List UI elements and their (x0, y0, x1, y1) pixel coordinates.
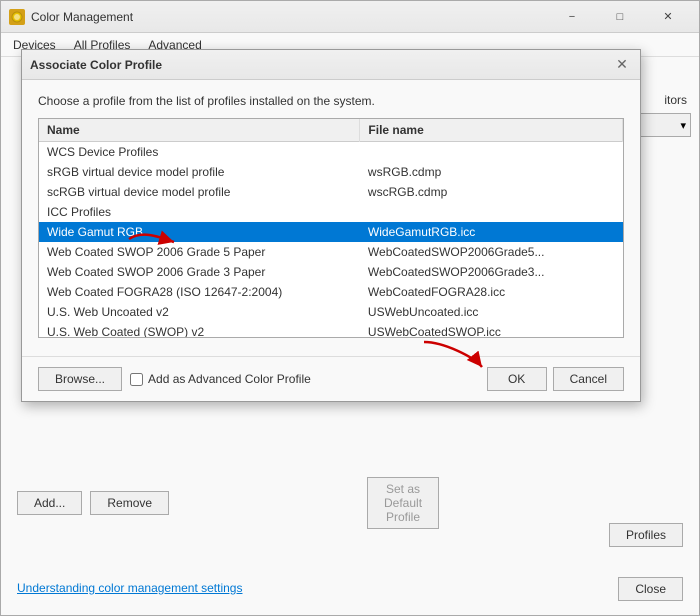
profiles-button[interactable]: Profiles (609, 523, 683, 547)
col-filename: File name (360, 119, 623, 142)
row-name: Wide Gamut RGB (39, 222, 360, 242)
advanced-checkbox[interactable] (130, 373, 143, 386)
row-name: Web Coated SWOP 2006 Grade 5 Paper (39, 242, 360, 262)
browse-button[interactable]: Browse... (38, 367, 122, 391)
table-row[interactable]: Web Coated SWOP 2006 Grade 5 PaperWebCoa… (39, 242, 623, 262)
main-titlebar: Color Management − □ ✕ (1, 1, 699, 33)
close-btn-area: Close (618, 577, 683, 601)
row-filename (360, 142, 623, 163)
row-filename: WebCoatedFOGRA28.icc (360, 282, 623, 302)
table-row[interactable]: U.S. Web Coated (SWOP) v2USWebCoatedSWOP… (39, 322, 623, 338)
maximize-button[interactable]: □ (597, 2, 643, 32)
profile-list-container[interactable]: Name File name WCS Device ProfilessRGB v… (38, 118, 624, 338)
table-row[interactable]: scRGB virtual device model profilewscRGB… (39, 182, 623, 202)
row-filename: wsRGB.cdmp (360, 162, 623, 182)
set-default-button[interactable]: Set as Default Profile (367, 477, 439, 529)
close-button[interactable]: Close (618, 577, 683, 601)
dropdown-arrow: ▾ (680, 119, 686, 132)
dialog-titlebar: Associate Color Profile ✕ (22, 50, 640, 80)
remove-button[interactable]: Remove (90, 491, 169, 515)
row-filename: WideGamutRGB.icc (360, 222, 623, 242)
row-filename: WebCoatedSWOP2006Grade5... (360, 242, 623, 262)
profile-table: Name File name WCS Device ProfilessRGB v… (39, 119, 623, 338)
table-row[interactable]: ICC Profiles (39, 202, 623, 222)
cancel-button[interactable]: Cancel (553, 367, 624, 391)
row-filename: WebCoatedSWOP2006Grade3... (360, 262, 623, 282)
row-name: Web Coated SWOP 2006 Grade 3 Paper (39, 262, 360, 282)
table-header-row: Name File name (39, 119, 623, 142)
dialog-description: Choose a profile from the list of profil… (38, 94, 624, 108)
row-name: U.S. Web Uncoated v2 (39, 302, 360, 322)
understanding-link[interactable]: Understanding color management settings (17, 581, 242, 595)
checkbox-text: Add as Advanced Color Profile (148, 372, 311, 386)
ok-button[interactable]: OK (487, 367, 547, 391)
profile-tbody: WCS Device ProfilessRGB virtual device m… (39, 142, 623, 339)
dialog-body: Choose a profile from the list of profil… (22, 80, 640, 352)
dialog: Associate Color Profile ✕ Choose a profi… (21, 49, 641, 402)
table-row[interactable]: U.S. Web Uncoated v2USWebUncoated.icc (39, 302, 623, 322)
row-filename: wscRGB.cdmp (360, 182, 623, 202)
row-name: ICC Profiles (39, 202, 360, 222)
table-row[interactable]: WCS Device Profiles (39, 142, 623, 163)
main-bottom-controls: Add... Remove Set as Default Profile (17, 491, 169, 515)
window-close-button[interactable]: ✕ (645, 2, 691, 32)
table-row[interactable]: Wide Gamut RGBWideGamutRGB.icc (39, 222, 623, 242)
table-row[interactable]: Web Coated FOGRA28 (ISO 12647-2:2004)Web… (39, 282, 623, 302)
titlebar-controls: − □ ✕ (549, 2, 691, 32)
table-row[interactable]: sRGB virtual device model profilewsRGB.c… (39, 162, 623, 182)
row-name: sRGB virtual device model profile (39, 162, 360, 182)
add-button[interactable]: Add... (17, 491, 82, 515)
row-name: scRGB virtual device model profile (39, 182, 360, 202)
row-name: WCS Device Profiles (39, 142, 360, 163)
window-title: Color Management (31, 10, 133, 24)
dialog-bottom: Browse... Add as Advanced Color Profile … (22, 356, 640, 401)
col-name: Name (39, 119, 360, 142)
monitors-label: itors (664, 93, 687, 107)
table-row[interactable]: Web Coated SWOP 2006 Grade 3 PaperWebCoa… (39, 262, 623, 282)
advanced-checkbox-label[interactable]: Add as Advanced Color Profile (130, 372, 311, 386)
app-icon (9, 9, 25, 25)
row-filename: USWebCoatedSWOP.icc (360, 322, 623, 338)
dialog-title: Associate Color Profile (30, 58, 162, 72)
row-name: Web Coated FOGRA28 (ISO 12647-2:2004) (39, 282, 360, 302)
row-filename (360, 202, 623, 222)
row-filename: USWebUncoated.icc (360, 302, 623, 322)
dialog-close-button[interactable]: ✕ (612, 55, 632, 75)
main-window: Color Management − □ ✕ Devices All Profi… (0, 0, 700, 616)
row-name: U.S. Web Coated (SWOP) v2 (39, 322, 360, 338)
minimize-button[interactable]: − (549, 2, 595, 32)
